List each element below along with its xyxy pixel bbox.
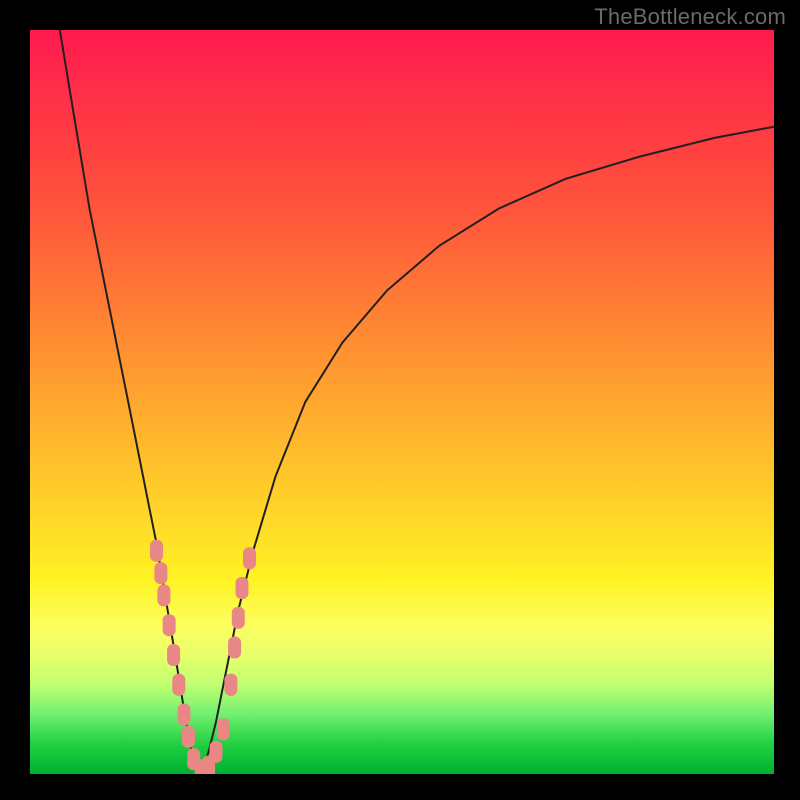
data-marker — [236, 577, 249, 599]
plot-area — [30, 30, 774, 774]
data-marker — [243, 547, 256, 569]
data-marker — [154, 562, 167, 584]
data-marker — [150, 540, 163, 562]
data-marker — [157, 584, 170, 606]
chart-frame: TheBottleneck.com — [0, 0, 800, 800]
data-marker — [210, 741, 223, 763]
data-marker — [228, 637, 241, 659]
data-marker — [178, 704, 191, 726]
data-marker — [217, 718, 230, 740]
curve-right — [201, 127, 774, 774]
data-marker — [182, 726, 195, 748]
marker-group — [150, 540, 256, 774]
chart-svg — [30, 30, 774, 774]
data-marker — [172, 674, 185, 696]
data-marker — [232, 607, 245, 629]
watermark-text: TheBottleneck.com — [594, 4, 786, 30]
data-marker — [163, 614, 176, 636]
curve-left — [60, 30, 201, 774]
data-marker — [167, 644, 180, 666]
data-marker — [224, 674, 237, 696]
